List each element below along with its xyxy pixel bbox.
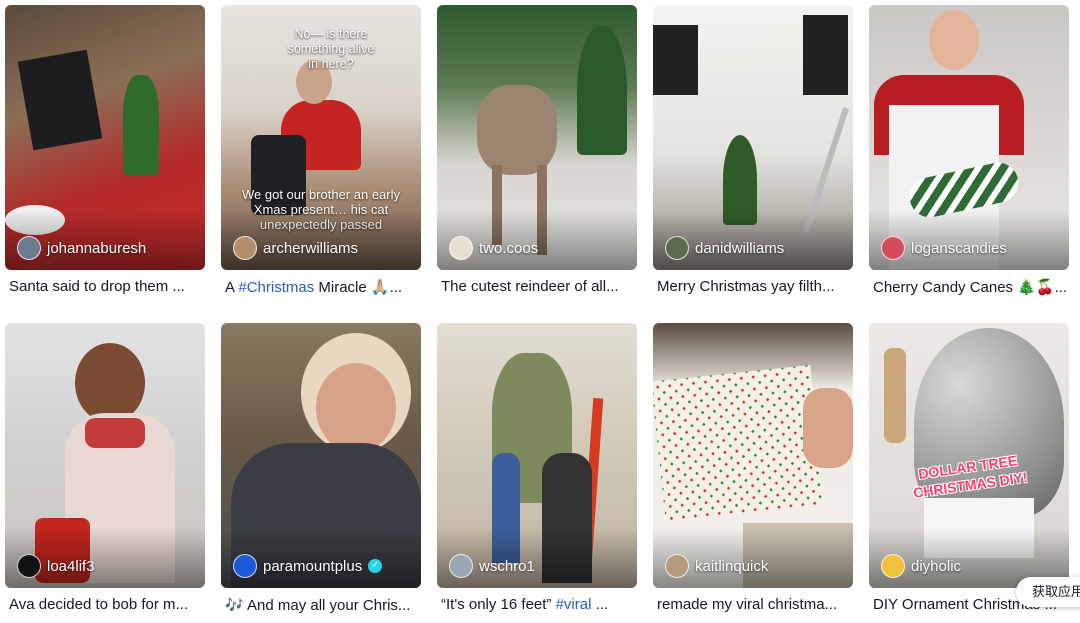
username[interactable]: diyholic xyxy=(911,558,961,575)
hashtag-link[interactable]: #Christmas xyxy=(238,279,314,296)
hashtag-link[interactable]: #viral xyxy=(556,596,592,613)
video-caption[interactable]: A #Christmas Miracle 🙏🏼... xyxy=(225,278,421,296)
verified-badge-icon: ✓ xyxy=(368,559,383,573)
video-thumbnail[interactable]: DOLLAR TREE CHRISTMAS DIY! diyholic xyxy=(869,323,1069,588)
caption-text: Miracle 🙏🏼... xyxy=(314,279,403,296)
caption-text: “It's only 16 feet” xyxy=(441,596,556,613)
avatar[interactable] xyxy=(881,236,905,260)
video-thumbnail[interactable]: paramountplus ✓ xyxy=(221,323,421,588)
video-thumbnail[interactable]: loganscandies xyxy=(869,5,1069,270)
video-grid: johannaburesh Santa said to drop them ..… xyxy=(0,0,1080,623)
get-app-button[interactable]: 获取应用 xyxy=(1016,577,1080,607)
username[interactable]: two.coos xyxy=(479,240,538,257)
avatar[interactable] xyxy=(449,554,473,578)
avatar[interactable] xyxy=(881,554,905,578)
video-thumbnail[interactable]: two.coos xyxy=(437,5,637,270)
caption-text: ... xyxy=(591,596,609,613)
caption-text: A xyxy=(225,279,239,296)
avatar[interactable] xyxy=(665,554,689,578)
video-caption[interactable]: “It's only 16 feet” #viral ... xyxy=(441,596,637,613)
username[interactable]: archerwilliams xyxy=(263,240,358,257)
video-caption[interactable]: 🎶 And may all your Chris... xyxy=(225,596,421,614)
video-caption[interactable]: Cherry Candy Canes 🎄🍒... xyxy=(873,278,1069,296)
video-caption[interactable]: remade my viral christma... xyxy=(657,596,853,613)
avatar[interactable] xyxy=(233,554,257,578)
username[interactable]: danidwilliams xyxy=(695,240,784,257)
video-caption[interactable]: The cutest reindeer of all... xyxy=(441,278,637,295)
video-caption[interactable]: Merry Christmas yay filth... xyxy=(657,278,853,295)
username[interactable]: loganscandies xyxy=(911,240,1007,257)
video-thumbnail[interactable]: kaitlinquick xyxy=(653,323,853,588)
username[interactable]: paramountplus xyxy=(263,558,362,575)
avatar[interactable] xyxy=(233,236,257,260)
username[interactable]: wschro1 xyxy=(479,558,535,575)
video-thumbnail[interactable]: loa4lif3 xyxy=(5,323,205,588)
video-caption[interactable]: Santa said to drop them ... xyxy=(9,278,205,295)
avatar[interactable] xyxy=(665,236,689,260)
video-thumbnail[interactable]: No— is there something alive in here? We… xyxy=(221,5,421,270)
video-thumbnail[interactable]: danidwilliams xyxy=(653,5,853,270)
video-overlay-text: No— is there something alive in here? xyxy=(287,27,375,71)
avatar[interactable] xyxy=(17,236,41,260)
username[interactable]: johannaburesh xyxy=(47,240,146,257)
video-thumbnail[interactable]: wschro1 xyxy=(437,323,637,588)
avatar[interactable] xyxy=(449,236,473,260)
username[interactable]: loa4lif3 xyxy=(47,558,95,575)
username[interactable]: kaitlinquick xyxy=(695,558,768,575)
avatar[interactable] xyxy=(17,554,41,578)
video-thumbnail[interactable]: johannaburesh xyxy=(5,5,205,270)
video-caption[interactable]: Ava decided to bob for m... xyxy=(9,596,205,613)
